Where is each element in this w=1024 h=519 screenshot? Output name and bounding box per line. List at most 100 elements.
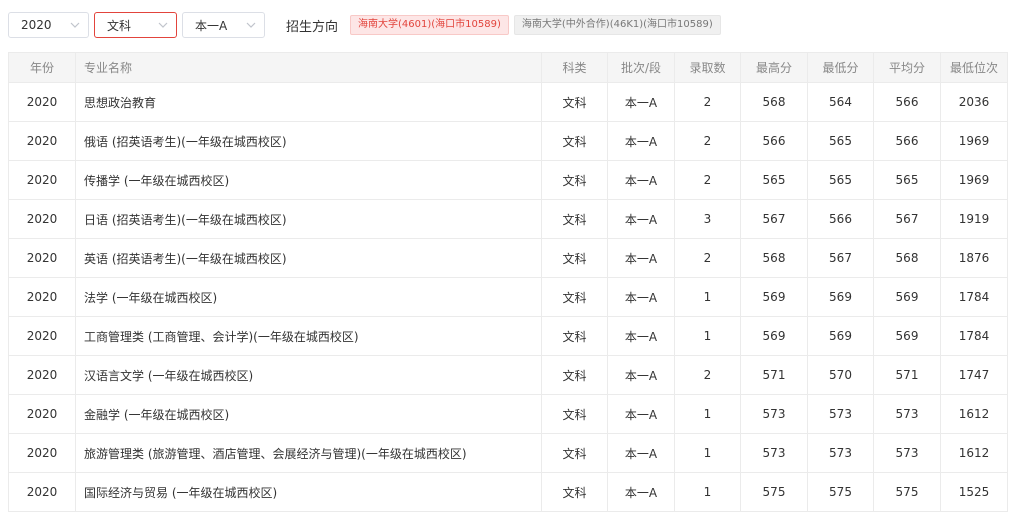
cell-year: 2020 — [8, 433, 76, 473]
cell-min-rank: 1747 — [940, 355, 1008, 395]
cell-avg-score: 569 — [873, 316, 941, 356]
direction-tag-coop[interactable]: 海南大学(中外合作)(46K1)(海口市10589) — [513, 15, 721, 35]
cell-admitted: 1 — [674, 316, 741, 356]
cell-min-score: 565 — [807, 121, 874, 161]
cell-year: 2020 — [8, 160, 76, 200]
batch-select[interactable]: 本一A — [182, 12, 265, 38]
cell-avg-score: 573 — [873, 433, 941, 473]
cell-avg-score: 575 — [873, 472, 941, 512]
cell-admitted: 1 — [674, 277, 741, 317]
cell-avg-score: 568 — [873, 238, 941, 278]
cell-admitted: 2 — [674, 121, 741, 161]
cell-major: 工商管理类 (工商管理、会计学)(一年级在城西校区) — [75, 316, 542, 356]
header-admitted: 录取数 — [674, 52, 741, 83]
header-major: 专业名称 — [75, 52, 542, 83]
cell-min-score: 565 — [807, 160, 874, 200]
cell-min-score: 567 — [807, 238, 874, 278]
cell-batch: 本一A — [607, 238, 675, 278]
cell-year: 2020 — [8, 394, 76, 434]
cell-min-rank: 1919 — [940, 199, 1008, 239]
cell-batch: 本一A — [607, 472, 675, 512]
cell-major: 旅游管理类 (旅游管理、酒店管理、会展经济与管理)(一年级在城西校区) — [75, 433, 542, 473]
cell-major: 汉语言文学 (一年级在城西校区) — [75, 355, 542, 395]
cell-year: 2020 — [8, 199, 76, 239]
cell-year: 2020 — [8, 355, 76, 395]
cell-min-score: 566 — [807, 199, 874, 239]
cell-major: 日语 (招英语考生)(一年级在城西校区) — [75, 199, 542, 239]
cell-subject: 文科 — [541, 433, 608, 473]
cell-subject: 文科 — [541, 121, 608, 161]
cell-major: 俄语 (招英语考生)(一年级在城西校区) — [75, 121, 542, 161]
cell-batch: 本一A — [607, 355, 675, 395]
cell-avg-score: 567 — [873, 199, 941, 239]
cell-subject: 文科 — [541, 394, 608, 434]
cell-batch: 本一A — [607, 121, 675, 161]
cell-year: 2020 — [8, 472, 76, 512]
direction-label: 招生方向 — [286, 19, 339, 35]
direction-tag-main[interactable]: 海南大学(4601)(海口市10589) — [350, 15, 509, 35]
cell-min-rank: 1612 — [940, 394, 1008, 434]
table-row: 2020 工商管理类 (工商管理、会计学)(一年级在城西校区) 文科 本一A 1… — [8, 316, 1008, 356]
table-row: 2020 国际经济与贸易 (一年级在城西校区) 文科 本一A 1 575 575… — [8, 472, 1008, 512]
table-body: 2020 思想政治教育 文科 本一A 2 568 564 566 2036 20… — [8, 82, 1008, 512]
cell-batch: 本一A — [607, 82, 675, 122]
cell-major: 英语 (招英语考生)(一年级在城西校区) — [75, 238, 542, 278]
cell-avg-score: 566 — [873, 121, 941, 161]
header-max-score: 最高分 — [740, 52, 808, 83]
table-row: 2020 英语 (招英语考生)(一年级在城西校区) 文科 本一A 2 568 5… — [8, 238, 1008, 278]
cell-major: 思想政治教育 — [75, 82, 542, 122]
cell-min-rank: 1969 — [940, 121, 1008, 161]
cell-max-score: 573 — [740, 394, 808, 434]
cell-year: 2020 — [8, 82, 76, 122]
cell-min-score: 564 — [807, 82, 874, 122]
cell-admitted: 1 — [674, 394, 741, 434]
table-row: 2020 日语 (招英语考生)(一年级在城西校区) 文科 本一A 3 567 5… — [8, 199, 1008, 239]
cell-year: 2020 — [8, 238, 76, 278]
cell-subject: 文科 — [541, 160, 608, 200]
cell-min-rank: 1784 — [940, 277, 1008, 317]
cell-min-score: 569 — [807, 277, 874, 317]
cell-min-rank: 1876 — [940, 238, 1008, 278]
cell-min-score: 569 — [807, 316, 874, 356]
year-select[interactable]: 2020 — [8, 12, 89, 38]
cell-batch: 本一A — [607, 199, 675, 239]
cell-admitted: 1 — [674, 472, 741, 512]
cell-avg-score: 571 — [873, 355, 941, 395]
cell-subject: 文科 — [541, 82, 608, 122]
cell-avg-score: 569 — [873, 277, 941, 317]
cell-max-score: 565 — [740, 160, 808, 200]
cell-batch: 本一A — [607, 277, 675, 317]
cell-max-score: 573 — [740, 433, 808, 473]
cell-year: 2020 — [8, 121, 76, 161]
cell-admitted: 2 — [674, 160, 741, 200]
cell-min-score: 573 — [807, 394, 874, 434]
cell-admitted: 3 — [674, 199, 741, 239]
cell-major: 法学 (一年级在城西校区) — [75, 277, 542, 317]
cell-min-rank: 1525 — [940, 472, 1008, 512]
cell-min-score: 570 — [807, 355, 874, 395]
cell-subject: 文科 — [541, 472, 608, 512]
cell-min-rank: 1969 — [940, 160, 1008, 200]
header-avg-score: 平均分 — [873, 52, 941, 83]
cell-min-rank: 2036 — [940, 82, 1008, 122]
table-row: 2020 汉语言文学 (一年级在城西校区) 文科 本一A 2 571 570 5… — [8, 355, 1008, 395]
cell-subject: 文科 — [541, 277, 608, 317]
cell-max-score: 568 — [740, 82, 808, 122]
cell-avg-score: 565 — [873, 160, 941, 200]
cell-max-score: 569 — [740, 316, 808, 356]
cell-batch: 本一A — [607, 316, 675, 356]
cell-year: 2020 — [8, 316, 76, 356]
year-select-value: 2020 — [21, 18, 52, 32]
cell-max-score: 567 — [740, 199, 808, 239]
cell-subject: 文科 — [541, 199, 608, 239]
cell-min-score: 573 — [807, 433, 874, 473]
header-year: 年份 — [8, 52, 76, 83]
cell-subject: 文科 — [541, 238, 608, 278]
chevron-down-icon — [158, 20, 168, 30]
cell-batch: 本一A — [607, 433, 675, 473]
cell-max-score: 569 — [740, 277, 808, 317]
subject-select-value: 文科 — [107, 18, 132, 33]
subject-select[interactable]: 文科 — [94, 12, 177, 38]
cell-min-rank: 1612 — [940, 433, 1008, 473]
table-row: 2020 传播学 (一年级在城西校区) 文科 本一A 2 565 565 565… — [8, 160, 1008, 200]
